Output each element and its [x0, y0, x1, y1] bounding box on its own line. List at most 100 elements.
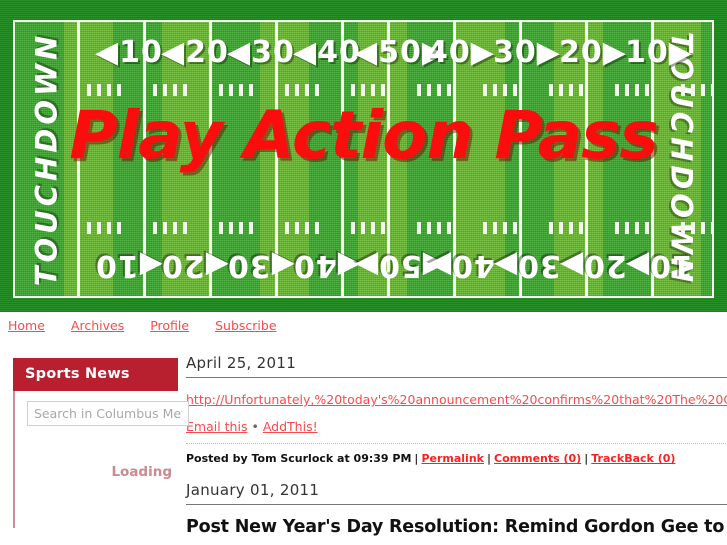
sidebar-module-body: Loading [15, 391, 189, 480]
hash-mark [351, 222, 355, 234]
yard-number: ◀30 [227, 35, 295, 70]
hash-mark [295, 222, 299, 234]
hash-mark [711, 84, 712, 96]
hash-mark [371, 84, 375, 96]
nav-item-home[interactable]: Home [8, 318, 45, 333]
hash-mark [615, 222, 619, 234]
hash-mark [361, 222, 365, 234]
hash-mark [117, 84, 121, 96]
yard-number: ◀10 [95, 35, 163, 70]
nav-item-archives[interactable]: Archives [71, 318, 124, 333]
hash-mark [437, 84, 441, 96]
hash-mark [635, 84, 639, 96]
trackback-link[interactable]: TrackBack (0) [591, 452, 675, 465]
main-content: April 25, 2011 http://Unfortunately,%20t… [178, 340, 727, 537]
sidebar: Sports News Loading [0, 340, 189, 537]
nav-item-profile[interactable]: Profile [150, 318, 189, 333]
hash-mark-group [549, 222, 583, 234]
hash-mark [427, 222, 431, 234]
hash-mark [559, 222, 563, 234]
hash-mark-group [681, 84, 712, 96]
hash-mark-group [549, 84, 583, 96]
email-this-link[interactable]: Email this [186, 419, 247, 434]
hash-mark [107, 222, 111, 234]
yard-number: 40▶ [427, 248, 495, 283]
yard-number: 40▶ [427, 35, 495, 70]
hash-mark [549, 222, 553, 234]
hash-mark [447, 84, 451, 96]
hash-mark-group [417, 222, 451, 234]
hash-mark [437, 222, 441, 234]
hash-marks-top-row [15, 84, 712, 96]
nav-item-subscribe[interactable]: Subscribe [215, 318, 276, 333]
post-date: January 01, 2011 [186, 481, 727, 505]
hash-mark [579, 222, 583, 234]
hash-mark [427, 84, 431, 96]
hash-mark [153, 84, 157, 96]
hash-mark [97, 84, 101, 96]
hash-mark [569, 84, 573, 96]
yard-number: 10▶ [625, 35, 693, 70]
post-entry: January 01, 2011 Post New Year's Day Res… [186, 481, 727, 537]
loading-indicator: Loading [111, 464, 172, 480]
yard-number: 20▶ [559, 248, 627, 283]
hash-mark [249, 84, 253, 96]
hash-mark [229, 222, 233, 234]
hash-mark-group [351, 84, 385, 96]
hash-mark [97, 222, 101, 234]
post-url-link[interactable]: http://Unfortunately,%20today's%20announ… [186, 392, 727, 410]
hash-mark-group [285, 84, 319, 96]
hash-mark [163, 84, 167, 96]
hash-mark [351, 84, 355, 96]
hash-mark [107, 84, 111, 96]
hash-mark [513, 84, 517, 96]
yard-number: 20▶ [559, 35, 627, 70]
yard-number: ◀20 [161, 35, 229, 70]
hash-mark [483, 84, 487, 96]
hash-mark [361, 84, 365, 96]
hash-mark [645, 222, 649, 234]
hash-mark [249, 222, 253, 234]
hash-mark [163, 222, 167, 234]
yard-number: ◀10 [95, 248, 163, 283]
hash-mark [219, 222, 223, 234]
hash-mark [87, 222, 91, 234]
yard-number: ◀40 [293, 35, 361, 70]
addthis-link[interactable]: AddThis! [263, 419, 318, 434]
hash-mark [305, 84, 309, 96]
search-input[interactable] [27, 401, 189, 426]
hash-mark [381, 84, 385, 96]
hash-marks-bottom-row [15, 222, 712, 234]
hash-mark-group [681, 222, 712, 234]
hash-mark [711, 222, 712, 234]
hash-mark-group [483, 84, 517, 96]
yard-number: ◀20 [161, 248, 229, 283]
footer-separator: | [584, 452, 589, 465]
hash-mark-group [417, 84, 451, 96]
hash-mark [315, 84, 319, 96]
hash-mark [691, 84, 695, 96]
hash-mark [183, 222, 187, 234]
hash-mark [381, 222, 385, 234]
hash-mark-group [615, 84, 649, 96]
hash-mark [305, 222, 309, 234]
hash-mark [285, 222, 289, 234]
hash-mark [285, 84, 289, 96]
hash-mark-group [351, 222, 385, 234]
share-separator: • [251, 419, 259, 434]
hash-mark-group [285, 222, 319, 234]
hash-mark [153, 222, 157, 234]
permalink-link[interactable]: Permalink [421, 452, 484, 465]
comments-link[interactable]: Comments (0) [494, 452, 581, 465]
hash-mark [691, 222, 695, 234]
post-title: Post New Year's Day Resolution: Remind G… [186, 517, 725, 537]
post-entry: April 25, 2011 http://Unfortunately,%20t… [186, 354, 727, 465]
hash-mark [173, 84, 177, 96]
hash-mark [681, 222, 685, 234]
hash-mark [559, 84, 563, 96]
post-date: April 25, 2011 [186, 354, 727, 378]
hash-mark [645, 84, 649, 96]
hash-mark [681, 84, 685, 96]
banner-title: Play Action Pass [69, 97, 658, 174]
hash-mark [513, 222, 517, 234]
